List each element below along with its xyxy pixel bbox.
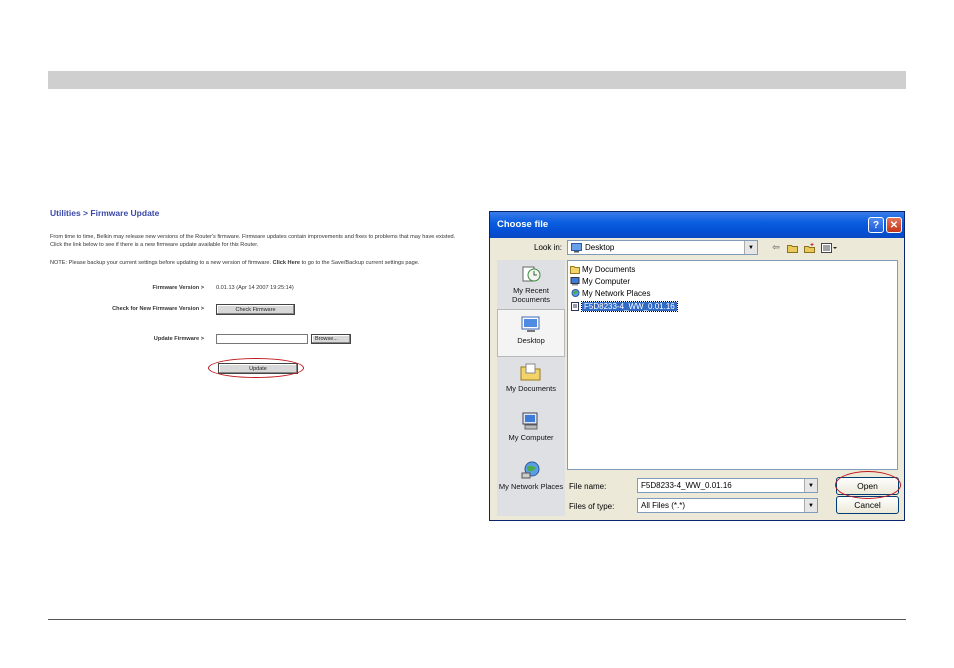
note-suffix: to go to the Save/Backup current setting… xyxy=(301,260,420,266)
check-firmware-button[interactable]: Check Firmware xyxy=(216,304,295,315)
up-folder-icon[interactable] xyxy=(786,242,798,253)
network-places-icon xyxy=(521,461,540,479)
backup-note: NOTE: Please backup your current setting… xyxy=(50,259,460,267)
header-bar xyxy=(48,71,906,89)
chevron-down-icon[interactable]: ▼ xyxy=(804,499,817,512)
file-icon xyxy=(571,302,579,311)
desktop-icon xyxy=(521,316,540,332)
folder-icon xyxy=(570,266,580,274)
place-my-computer[interactable]: My Computer xyxy=(497,407,565,455)
place-label: My Documents xyxy=(505,384,556,393)
place-label: My Computer xyxy=(508,433,554,442)
update-firmware-label: Update Firmware > xyxy=(153,336,204,342)
note-prefix: NOTE: Please backup your current setting… xyxy=(50,260,272,266)
files-of-type-dropdown[interactable]: All Files (*.*) ▼ xyxy=(637,498,818,513)
place-label: My Network Places xyxy=(498,482,564,491)
back-arrow-icon[interactable]: ⇦ xyxy=(770,242,782,253)
file-name-input[interactable]: F5D8233-4_WW_0.01.16 ▼ xyxy=(637,478,818,493)
firmware-file-input[interactable] xyxy=(216,334,308,344)
files-of-type-value: All Files (*.*) xyxy=(641,501,686,510)
look-in-value: Desktop xyxy=(585,243,615,252)
list-item[interactable]: My Computer xyxy=(570,276,630,287)
place-label: Desktop xyxy=(517,336,545,345)
choose-file-dialog: Choose file ? ✕ Look in: Desktop ▼ ⇦ My … xyxy=(489,211,905,521)
recent-documents-icon xyxy=(522,266,541,282)
click-here-link[interactable]: Click Here xyxy=(273,260,300,266)
place-recent-documents[interactable]: My Recent Documents xyxy=(497,260,565,308)
page-title: Utilities > Firmware Update xyxy=(50,208,160,218)
close-button[interactable]: ✕ xyxy=(886,217,902,233)
list-item[interactable]: My Documents xyxy=(570,264,635,275)
view-menu-icon[interactable] xyxy=(820,242,838,253)
list-item[interactable]: My Network Places xyxy=(570,288,650,299)
chevron-down-icon[interactable]: ▼ xyxy=(744,241,757,254)
new-folder-icon[interactable] xyxy=(803,242,815,253)
file-name-value: F5D8233-4_WW_0.01.16 xyxy=(641,481,732,490)
my-documents-icon xyxy=(520,363,541,381)
intro-paragraph: From time to time, Belkin may release ne… xyxy=(50,234,456,248)
place-my-documents[interactable]: My Documents xyxy=(497,358,565,406)
list-item-selected[interactable]: F5D8233-4_WW_0.01.16 xyxy=(570,301,678,312)
desktop-icon xyxy=(571,243,582,253)
places-bar: My Recent Documents Desktop My Documents… xyxy=(497,260,565,516)
update-highlight-circle xyxy=(208,358,304,378)
open-highlight-circle xyxy=(835,471,901,499)
firmware-update-panel: Utilities > Firmware Update From time to… xyxy=(50,208,460,378)
help-button[interactable]: ? xyxy=(868,217,884,233)
place-network-places[interactable]: My Network Places xyxy=(497,456,565,504)
look-in-label: Look in: xyxy=(534,243,563,252)
file-name-label: File name: xyxy=(569,482,607,491)
dialog-titlebar[interactable]: Choose file ? ✕ xyxy=(490,212,904,238)
network-icon xyxy=(571,289,580,297)
files-of-type-label: Files of type: xyxy=(569,502,615,511)
chevron-down-icon[interactable]: ▼ xyxy=(804,479,817,492)
firmware-version-value: 0.01.13 (Apr 14 2007 19:25:14) xyxy=(216,285,294,291)
place-label: My Recent Documents xyxy=(512,286,550,304)
computer-icon xyxy=(570,277,580,286)
my-computer-icon xyxy=(522,412,538,430)
look-in-dropdown[interactable]: Desktop ▼ xyxy=(567,240,758,255)
footer-rule xyxy=(48,619,906,620)
file-list[interactable]: My Documents My Computer My Network Plac… xyxy=(567,260,898,470)
firmware-version-label: Firmware Version > xyxy=(152,285,204,291)
dialog-title: Choose file xyxy=(497,219,549,230)
place-desktop[interactable]: Desktop xyxy=(497,309,565,357)
check-firmware-label: Check for New Firmware Version > xyxy=(112,306,204,312)
browse-button[interactable]: Browse... xyxy=(311,334,351,344)
